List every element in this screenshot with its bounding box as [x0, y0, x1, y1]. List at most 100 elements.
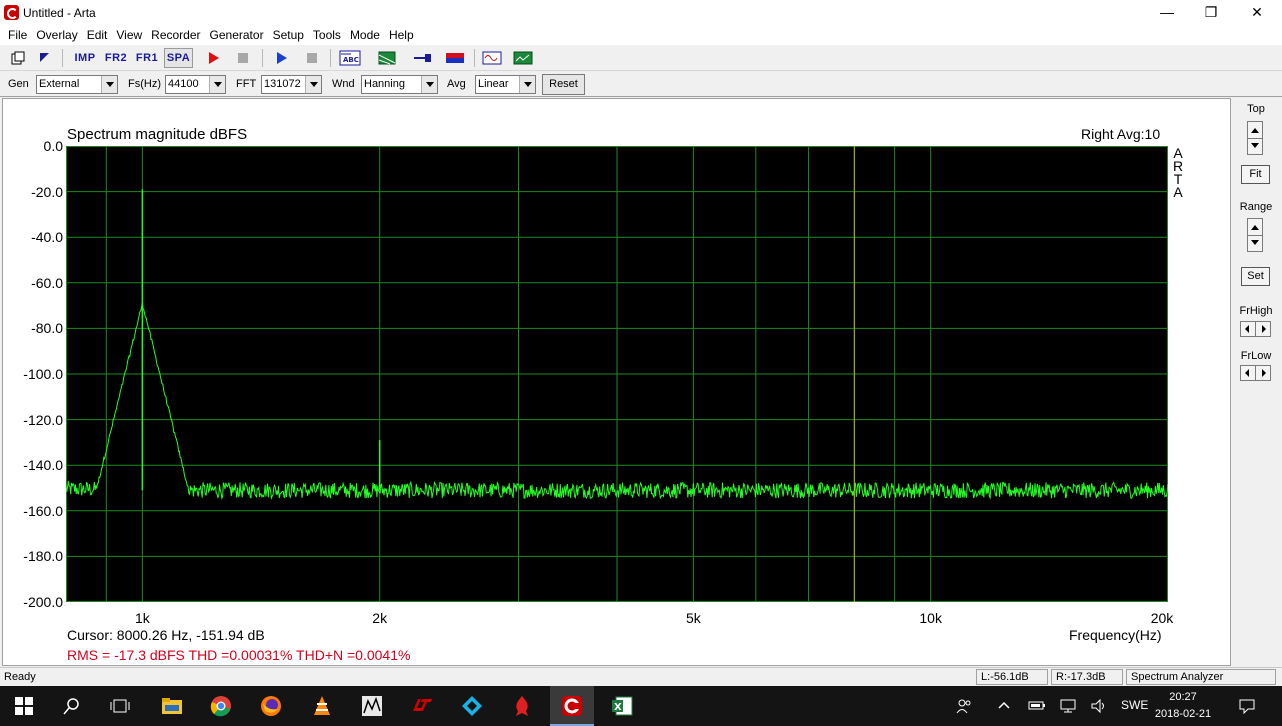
wnd-label: Wnd [332, 78, 355, 90]
arrow-up-icon[interactable] [1251, 225, 1259, 230]
chevron-up-icon[interactable] [997, 698, 1011, 715]
connector-icon [414, 54, 431, 62]
right-level: R:-17.3dB [1051, 669, 1123, 685]
hatch-button[interactable] [376, 48, 398, 68]
flag-button[interactable] [444, 48, 466, 68]
fft-select[interactable]: 131072 [261, 75, 322, 94]
record-button[interactable] [203, 48, 223, 68]
menu-overlay[interactable]: Overlay [32, 25, 82, 45]
status-bar: Ready L:-56.1dB R:-17.3dB Spectrum Analy… [0, 667, 1282, 686]
wnd-select[interactable]: Hanning [361, 75, 438, 94]
red-app-icon[interactable] [510, 694, 534, 718]
avg-select[interactable]: Linear [475, 75, 536, 94]
link-button[interactable] [412, 48, 434, 68]
spectrum-chart[interactable] [65, 145, 1169, 603]
title-bar: Untitled - Arta — ❐ ✕ [0, 0, 1282, 25]
wave-icon [482, 51, 502, 65]
top-label: Top [1247, 103, 1265, 115]
cursor-readout: Cursor: 8000.26 Hz, -151.94 dB [67, 627, 265, 643]
new-file-button[interactable] [8, 48, 28, 68]
reset-button[interactable]: Reset [542, 74, 585, 95]
language-indicator[interactable]: SWE [1121, 698, 1148, 712]
vlc-icon[interactable] [310, 694, 334, 718]
excel-icon[interactable]: X [610, 694, 634, 718]
menu-mode[interactable]: Mode [346, 25, 385, 45]
toolbar-separator [330, 49, 331, 67]
arrow-up-icon[interactable] [1251, 128, 1259, 133]
chevron-down-icon[interactable] [421, 76, 437, 93]
abc-button[interactable]: ABC [338, 48, 362, 68]
spectrum-view-button[interactable] [512, 48, 534, 68]
network-icon[interactable] [1059, 698, 1077, 717]
mode-indicator: Spectrum Analyzer [1126, 669, 1276, 685]
notifications-icon[interactable] [1238, 698, 1256, 717]
chevron-down-icon[interactable] [519, 76, 535, 93]
battery-icon[interactable] [1028, 698, 1046, 715]
arrow-down-icon[interactable] [1251, 240, 1259, 245]
arrow-left-icon[interactable] [1245, 369, 1249, 377]
fr1-mode-button[interactable]: FR1 [133, 48, 161, 68]
people-icon[interactable] [956, 698, 972, 717]
windows-start-icon[interactable] [12, 694, 36, 718]
arrow-left-icon[interactable] [1245, 325, 1249, 333]
window-title: Untitled - Arta [23, 6, 96, 20]
chevron-down-icon[interactable] [209, 76, 225, 93]
arta-taskbar-icon[interactable] [560, 694, 584, 718]
range-spinner[interactable] [1247, 218, 1263, 252]
menu-view[interactable]: View [112, 25, 147, 45]
menu-setup[interactable]: Setup [269, 25, 309, 45]
menu-tools[interactable]: Tools [309, 25, 346, 45]
fit-button[interactable]: Fit [1241, 165, 1270, 184]
frlow-stepper[interactable] [1240, 365, 1271, 381]
clock-time: 20:27 [1169, 691, 1197, 703]
spectrum-plot[interactable] [65, 145, 1169, 603]
lt-app-icon[interactable] [410, 694, 434, 718]
menu-help[interactable]: Help [385, 25, 419, 45]
stop-icon [307, 53, 317, 63]
minimize-button[interactable]: — [1144, 0, 1190, 25]
chrome-icon[interactable] [209, 694, 233, 718]
play-blue-icon [277, 52, 287, 64]
menu-generator[interactable]: Generator [206, 25, 269, 45]
svg-text:ABC: ABC [343, 56, 359, 64]
set-button[interactable]: Set [1241, 267, 1270, 286]
frhigh-stepper[interactable] [1240, 321, 1271, 337]
stop-play-button[interactable] [302, 48, 322, 68]
close-button[interactable]: ✕ [1234, 0, 1280, 25]
arrow-right-icon[interactable] [1262, 369, 1266, 377]
arrow-down-icon[interactable] [1251, 143, 1259, 148]
status-ready: Ready [4, 671, 36, 683]
volume-icon[interactable] [1090, 698, 1108, 717]
arrow-right-icon[interactable] [1262, 325, 1266, 333]
pointer-button[interactable] [34, 48, 54, 68]
flag-icon [446, 53, 464, 63]
frhigh-label: FrHigh [1239, 305, 1273, 317]
spa-mode-button[interactable]: SPA [164, 48, 193, 68]
stop-record-button[interactable] [233, 48, 253, 68]
impulse-mode-button[interactable]: IMP [70, 48, 100, 68]
menu-edit[interactable]: Edit [83, 25, 113, 45]
menu-recorder[interactable]: Recorder [147, 25, 205, 45]
menu-file[interactable]: File [4, 25, 32, 45]
play-button[interactable] [271, 48, 291, 68]
task-view-icon[interactable] [108, 694, 132, 718]
spectrum-icon [513, 51, 533, 65]
control-bar: Gen External Fs(Hz) 44100 FFT 131072 Wnd… [0, 71, 1282, 97]
taskbar-clock[interactable]: 20:27 2018-02-21 [1150, 689, 1216, 723]
scope-button[interactable] [481, 48, 503, 68]
fs-select[interactable]: 44100 [165, 75, 226, 94]
y-tick-label: -160.0 [23, 502, 63, 519]
fr2-mode-button[interactable]: FR2 [102, 48, 130, 68]
chevron-down-icon[interactable] [101, 76, 117, 93]
maximize-button[interactable]: ❐ [1188, 0, 1234, 25]
copy-icon [11, 51, 25, 65]
chevron-down-icon[interactable] [305, 76, 321, 93]
firefox-icon[interactable] [259, 694, 283, 718]
gen-select[interactable]: External [36, 75, 118, 94]
audio-app-icon[interactable] [360, 694, 384, 718]
top-spinner[interactable] [1247, 121, 1263, 155]
clock-date: 2018-02-21 [1154, 708, 1212, 720]
kodi-icon[interactable] [460, 694, 484, 718]
search-icon[interactable] [60, 694, 84, 718]
file-explorer-icon[interactable] [160, 694, 184, 718]
